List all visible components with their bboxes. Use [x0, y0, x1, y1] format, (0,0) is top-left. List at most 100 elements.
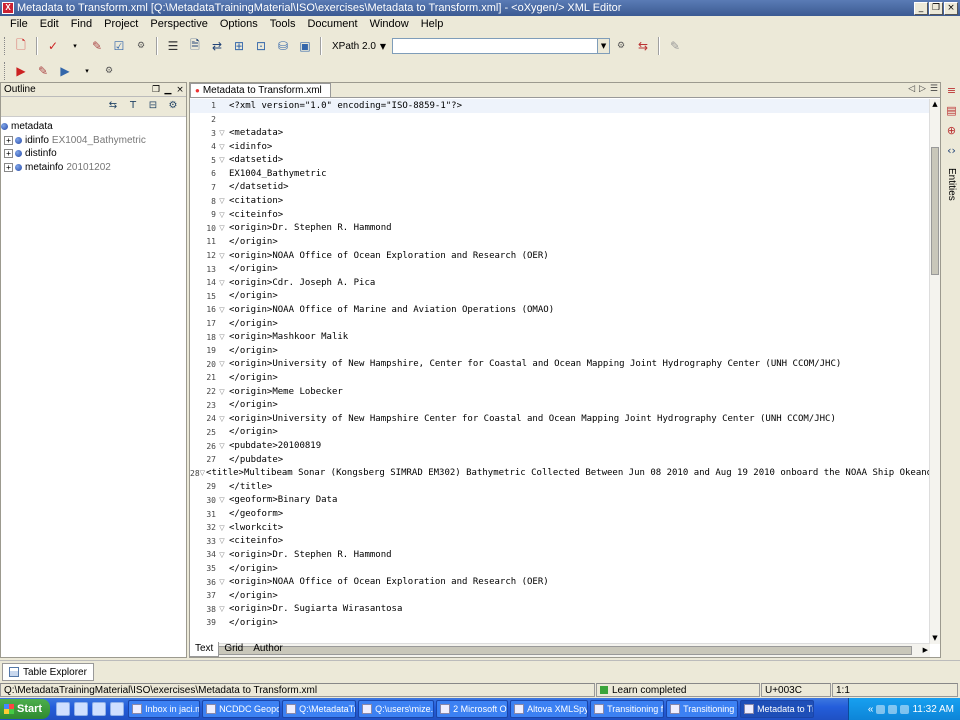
clock[interactable]: 11:32 AM [912, 704, 954, 715]
taskbar-button[interactable]: Inbox in jaci.mi... [128, 700, 201, 718]
validate-icon[interactable]: ✓ [44, 37, 62, 55]
code-line[interactable]: 8 ▽ <citation> [190, 194, 930, 208]
code-line[interactable]: 10 ▽ <origin>Dr. Stephen R. Hammond [190, 221, 930, 235]
taskbar-button[interactable]: Metadata to Tr... [740, 700, 815, 718]
code-line[interactable]: 7 </datsetid> [190, 181, 930, 195]
scroll-up-icon[interactable]: ▲ [930, 99, 940, 110]
fold-icon[interactable]: ▽ [216, 211, 228, 219]
menu-project[interactable]: Project [98, 18, 144, 30]
xpath-doc-icon[interactable]: 🗎 [186, 37, 204, 55]
menu-perspective[interactable]: Perspective [144, 18, 213, 30]
entities-tab[interactable]: Entities [946, 168, 957, 201]
close-icon[interactable]: × [174, 85, 186, 95]
quicklaunch-outlook-icon[interactable] [56, 702, 71, 716]
code-line[interactable]: 18 ▽ <origin>Mashkoor Malik [190, 330, 930, 344]
start-button[interactable]: Start [0, 699, 51, 719]
chevron-down-icon[interactable]: ▼ [597, 39, 610, 53]
menu-tools[interactable]: Tools [264, 18, 302, 30]
code-line[interactable]: 22 ▽ <origin>Meme Lobecker [190, 385, 930, 399]
tray-network-icon[interactable] [876, 704, 886, 714]
fold-icon[interactable]: ▽ [216, 524, 228, 532]
restore-button[interactable]: ❐ [929, 1, 943, 15]
code-line[interactable]: 11 </origin> [190, 235, 930, 249]
code-line[interactable]: 20 ▽ <origin>University of New Hampshire, … [190, 358, 930, 372]
chevron-down-icon[interactable]: ▼ [380, 42, 386, 51]
tree-node-idinfo[interactable]: + idinfo EX1004_Bathymetric [1, 134, 186, 148]
menu-window[interactable]: Window [364, 18, 415, 30]
taskbar-button[interactable]: 2 Microsoft O... [436, 700, 509, 718]
code-line[interactable]: 34 ▽ <origin>Dr. Stephen R. Hammond [190, 548, 930, 562]
apply-transform-icon[interactable]: ▶ [12, 62, 30, 80]
code-line[interactable]: 21 </origin> [190, 371, 930, 385]
fold-icon[interactable]: ▽ [216, 605, 228, 613]
code-line[interactable]: 1 <?xml version="1.0" encoding="ISO-8859-… [190, 99, 930, 113]
tray-volume-icon[interactable] [900, 704, 910, 714]
debug-icon[interactable]: ▶ [56, 62, 74, 80]
fold-icon[interactable]: ▽ [216, 252, 228, 260]
scroll-right-icon[interactable]: ▶ [923, 644, 928, 657]
scroll-down-icon[interactable]: ▼ [930, 633, 940, 644]
tree-node-metadata[interactable]: metadata [1, 120, 186, 134]
settings-icon[interactable]: ⚙ [100, 62, 118, 80]
scroll-thumb[interactable] [202, 646, 912, 655]
attributes-icon[interactable]: ≡ [945, 84, 959, 102]
tree-node-metainfo[interactable]: + metainfo 20101202 [1, 161, 186, 175]
code-line[interactable]: 17 </origin> [190, 317, 930, 331]
fold-icon[interactable]: ▽ [216, 224, 228, 232]
code-line[interactable]: 39 </origin> [190, 616, 930, 630]
tray-security-icon[interactable] [888, 704, 898, 714]
toolbar-grip[interactable] [4, 62, 7, 80]
menu-edit[interactable]: Edit [34, 18, 65, 30]
quicklaunch-media-icon[interactable] [110, 702, 125, 716]
scroll-thumb[interactable] [931, 147, 939, 275]
database-icon[interactable]: ⛁ [274, 37, 292, 55]
fold-icon[interactable]: ▽ [216, 156, 228, 164]
menu-help[interactable]: Help [415, 18, 450, 30]
code-line[interactable]: 2 [190, 113, 930, 127]
tree-view-icon[interactable]: ⊞ [230, 37, 248, 55]
code-line[interactable]: 29 </title> [190, 480, 930, 494]
code-line[interactable]: 23 </origin> [190, 398, 930, 412]
code-line[interactable]: 15 </origin> [190, 290, 930, 304]
code-line[interactable]: 14 ▽ <origin>Cdr. Joseph A. Pica [190, 276, 930, 290]
elements-icon[interactable]: ⊕ [945, 124, 959, 142]
tab-author[interactable]: Author [248, 642, 287, 657]
tab-list-icon[interactable]: ☰ [930, 84, 938, 94]
fold-icon[interactable]: ▽ [216, 578, 228, 586]
tab-table-explorer[interactable]: Table Explorer [2, 663, 94, 681]
fold-icon[interactable]: ▽ [216, 279, 228, 287]
oxygen-icon[interactable]: X [2, 2, 14, 14]
taskbar-button[interactable]: Transitioning fr... [590, 700, 665, 718]
configure-transform-icon[interactable]: ✎ [34, 62, 52, 80]
edit-icon[interactable]: ✎ [666, 37, 684, 55]
tree-node-distinfo[interactable]: + distinfo [1, 147, 186, 161]
tab-text[interactable]: Text [189, 642, 220, 657]
code-line[interactable]: 31 </geoform> [190, 507, 930, 521]
text-filter-icon[interactable]: T [126, 100, 140, 114]
fold-icon[interactable]: ▽ [216, 442, 228, 450]
toolbar-grip[interactable] [4, 37, 7, 55]
minimize-panel-icon[interactable]: ▁ [162, 85, 174, 95]
taskbar-button[interactable]: Q:\MetadataTr... [282, 700, 357, 718]
fold-icon[interactable]: ▽ [216, 333, 228, 341]
close-button[interactable]: × [944, 1, 958, 15]
code-icon[interactable]: ‹› [945, 144, 959, 162]
tab-grid[interactable]: Grid [219, 642, 248, 657]
taskbar-button[interactable]: Transitioning fr... [666, 700, 739, 718]
code-line[interactable]: 16 ▽ <origin>NOAA Office of Marine and Avi… [190, 303, 930, 317]
fold-icon[interactable]: ▽ [216, 143, 228, 151]
fold-icon[interactable]: ▽ [216, 197, 228, 205]
menu-file[interactable]: File [4, 18, 34, 30]
sync-icon[interactable]: ⇆ [106, 100, 120, 114]
code-line[interactable]: 35 </origin> [190, 562, 930, 576]
fold-icon[interactable]: ▽ [216, 129, 228, 137]
fold-icon[interactable]: ▽ [216, 537, 228, 545]
taskbar-button[interactable]: Altova XMLSpy... [510, 700, 589, 718]
editor-tab[interactable]: ● Metadata to Transform.xml [190, 83, 331, 97]
check-wellformed-icon[interactable]: ☑ [110, 37, 128, 55]
code-line[interactable]: 27 </pubdate> [190, 453, 930, 467]
code-line[interactable]: 33 ▽ <citeinfo> [190, 535, 930, 549]
code-line[interactable]: 12 ▽ <origin>NOAA Office of Ocean Explorat… [190, 249, 930, 263]
horizontal-scrollbar[interactable]: ◀ ▶ [190, 643, 930, 657]
code-line[interactable]: 6 EX1004_Bathymetric [190, 167, 930, 181]
